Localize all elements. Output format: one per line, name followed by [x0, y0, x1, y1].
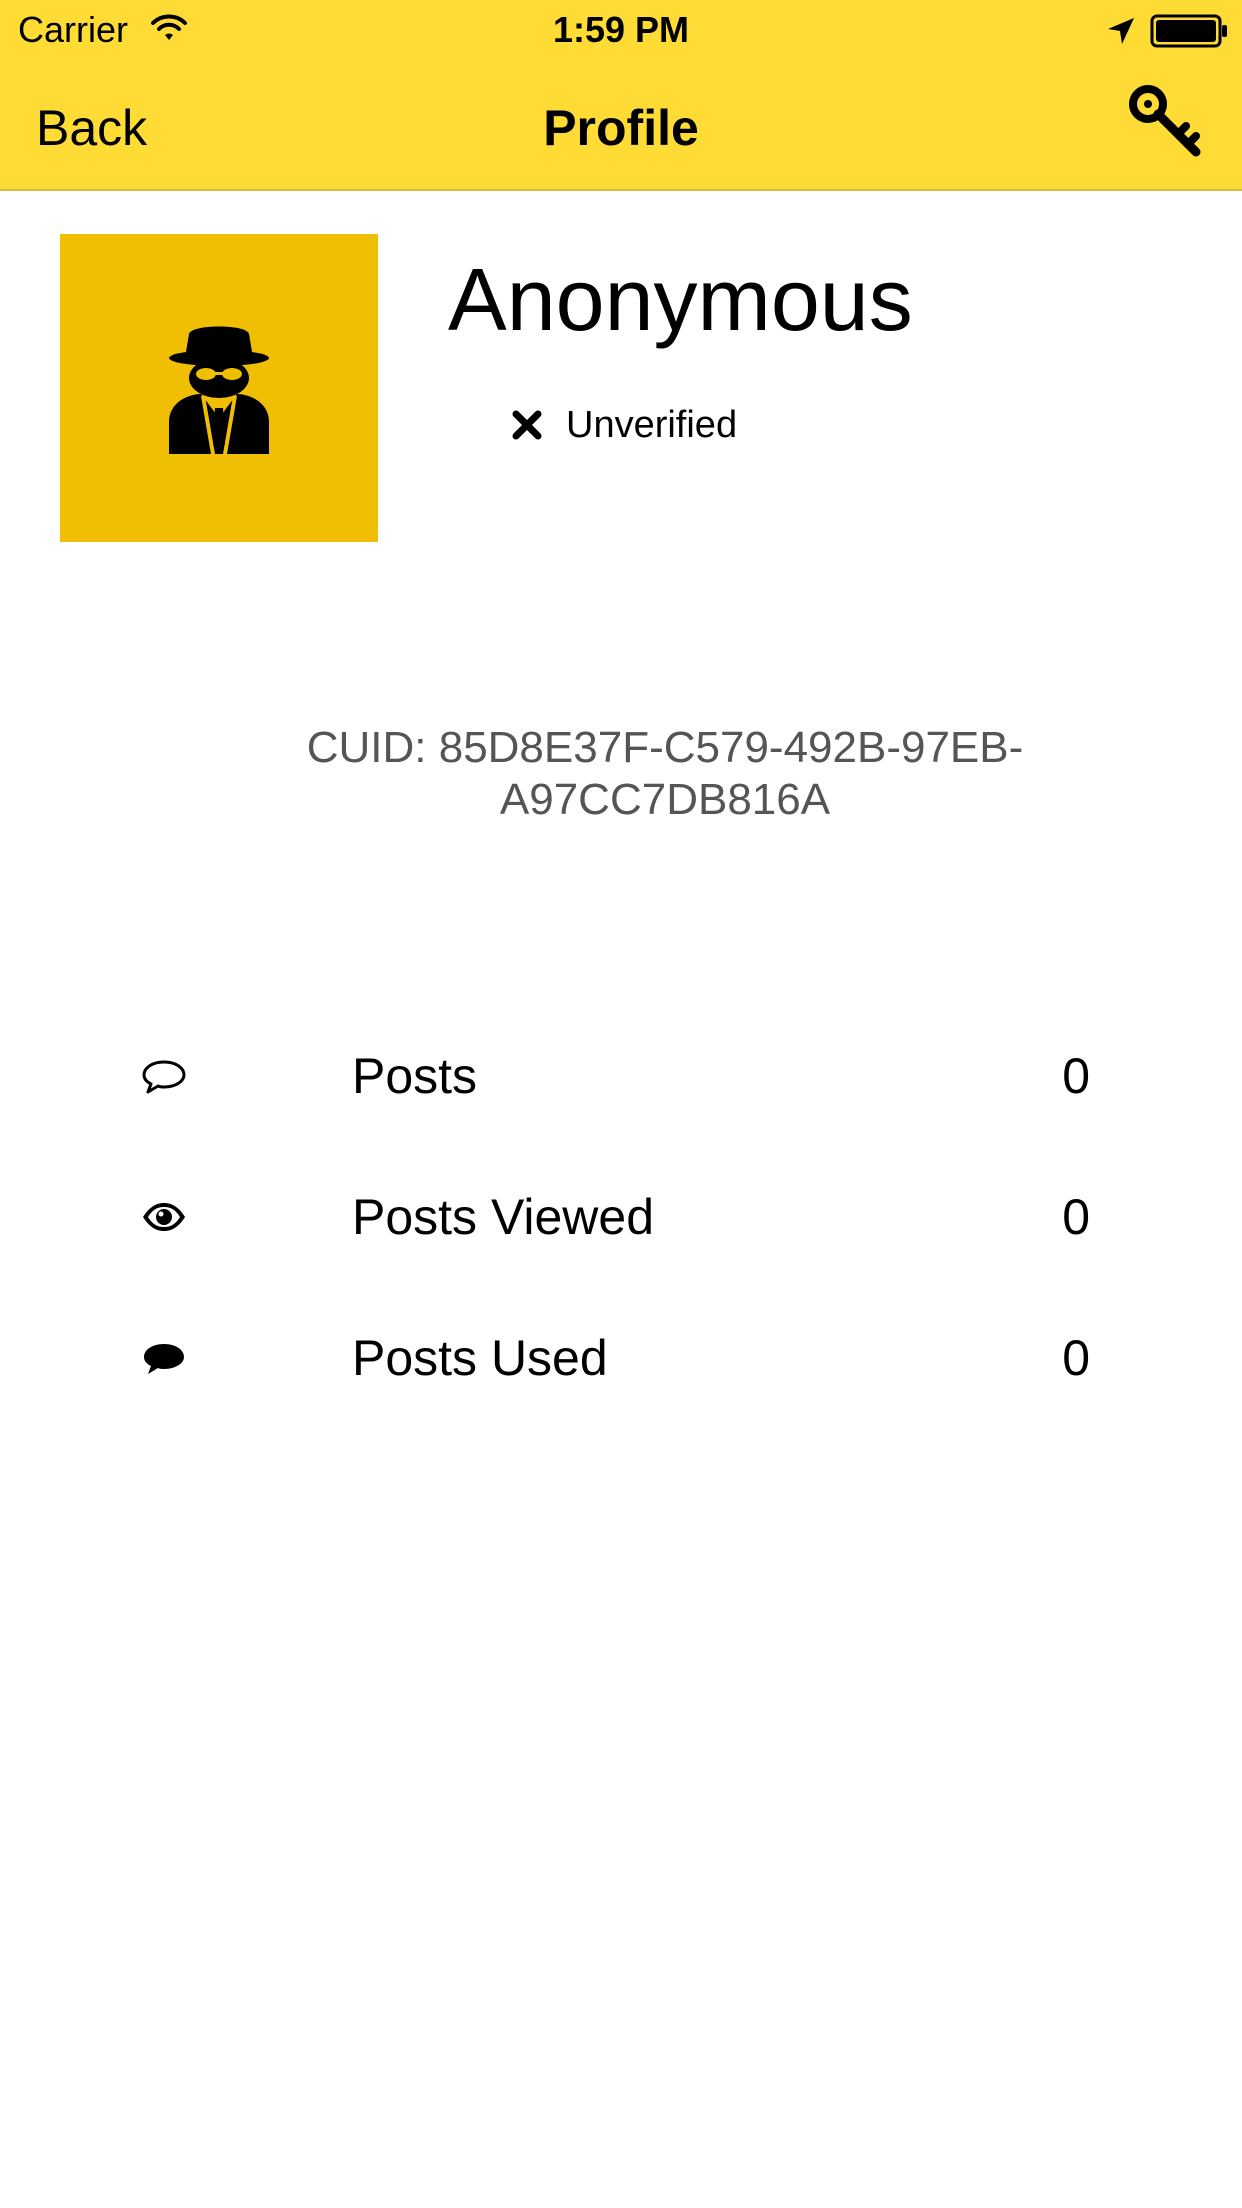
spy-icon — [169, 326, 269, 454]
status-time: 1:59 PM — [552, 9, 690, 50]
profile-name: Anonymous — [448, 250, 913, 349]
stat-row-posts-used: Posts Used 0 — [0, 1288, 1242, 1428]
avatar — [60, 234, 378, 542]
verification-status: Unverified — [510, 400, 737, 450]
stat-row-posts-viewed: Posts Viewed 0 — [0, 1147, 1242, 1287]
comment-filled-icon — [144, 1344, 184, 1374]
verification-label: Unverified — [566, 404, 738, 446]
stat-row-posts: Posts 0 — [0, 1006, 1242, 1146]
stat-label: Posts — [352, 1048, 478, 1104]
back-button[interactable]: Back — [36, 100, 147, 156]
cuid-text: CUID: 85D8E37F-C579-492B-97EB-A97CC7DB81… — [306, 723, 1024, 824]
x-icon — [512, 410, 542, 440]
stat-value: 0 — [1062, 1048, 1090, 1104]
stat-label: Posts Used — [352, 1330, 608, 1386]
key-icon[interactable] — [1126, 82, 1204, 160]
stat-value: 0 — [1062, 1330, 1090, 1386]
location-arrow-icon — [1108, 18, 1134, 44]
status-bar: Carrier 1:59 PM — [0, 0, 1242, 60]
stat-label: Posts Viewed — [352, 1189, 655, 1245]
header: Carrier 1:59 PM Back Profile — [0, 0, 1242, 191]
eye-icon — [143, 1203, 185, 1231]
nav-bar: Back Profile — [0, 60, 1242, 190]
page-title: Profile — [543, 100, 699, 156]
stat-value: 0 — [1062, 1189, 1090, 1245]
comment-outline-icon — [142, 1060, 186, 1094]
battery-icon — [1150, 14, 1227, 48]
